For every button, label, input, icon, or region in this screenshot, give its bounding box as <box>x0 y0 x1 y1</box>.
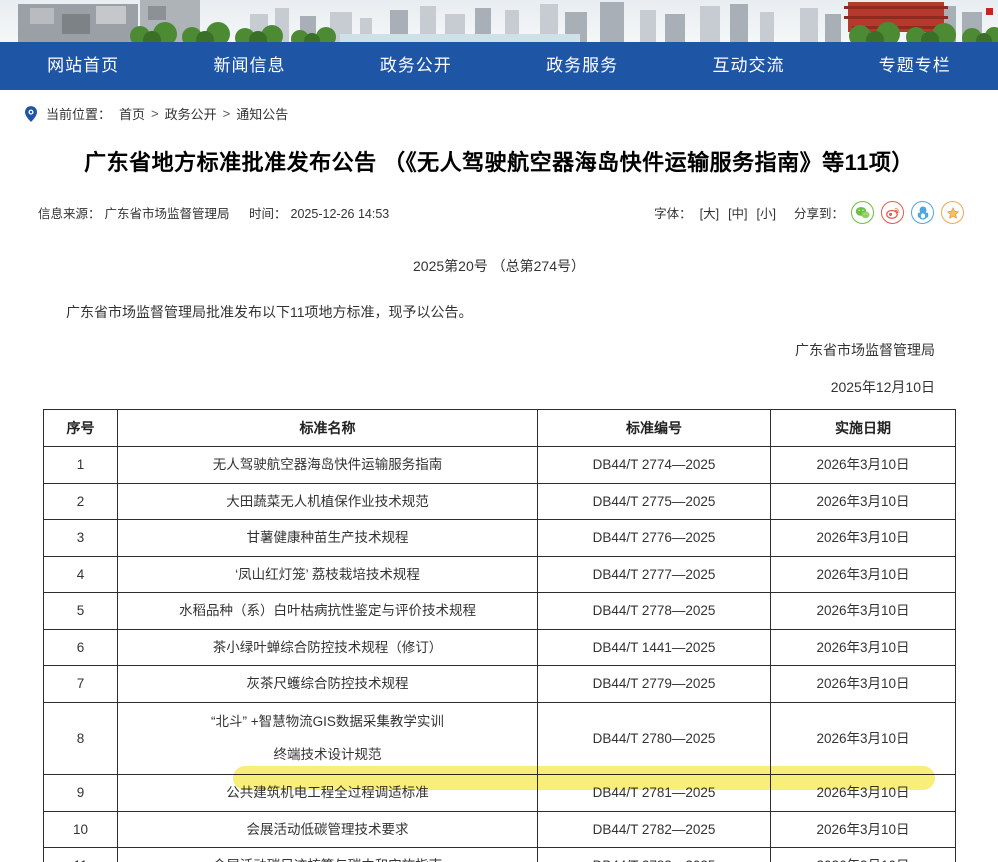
cell-序号: 6 <box>44 629 118 666</box>
cell-标准名称: ‘凤山红灯笼’ 荔枝栽培技术规程 <box>118 556 538 593</box>
main-nav: 网站首页 新闻信息 政务公开 政务服务 互动交流 专题专栏 <box>0 42 998 90</box>
breadcrumb: 当前位置： 首页 > 政务公开 > 通知公告 <box>0 90 998 123</box>
table-row: 6茶小绿叶蝉综合防控技术规程（修订）DB44/T 1441—20252026年3… <box>44 629 956 666</box>
cell-实施日期: 2026年3月10日 <box>771 593 956 630</box>
cell-实施日期: 2026年3月10日 <box>771 483 956 520</box>
header-code: 标准编号 <box>538 410 771 447</box>
header-name: 标准名称 <box>118 410 538 447</box>
cell-标准名称: 灰茶尺蠖综合防控技术规程 <box>118 666 538 703</box>
table-row: 8“北斗” +智慧物流GIS数据采集教学实训 终端技术设计规范DB44/T 27… <box>44 702 956 775</box>
signature-organization: 广东省市场监督管理局 <box>0 340 935 360</box>
table-row: 7灰茶尺蠖综合防控技术规程DB44/T 2779—20252026年3月10日 <box>44 666 956 703</box>
cell-标准编号: DB44/T 2774—2025 <box>538 447 771 484</box>
header-date: 实施日期 <box>771 410 956 447</box>
cell-标准名称: 茶小绿叶蝉综合防控技术规程（修订） <box>118 629 538 666</box>
cell-标准编号: DB44/T 2777—2025 <box>538 556 771 593</box>
share-label: 分享到： <box>794 203 844 222</box>
cell-实施日期: 2026年3月10日 <box>771 629 956 666</box>
location-pin-icon <box>22 105 40 123</box>
page-title: 广东省地方标准批准发布公告 （《无人驾驶航空器海岛快件运输服务指南》等11项） <box>0 145 998 177</box>
standards-table-wrap: 序号 标准名称 标准编号 实施日期 1无人驾驶航空器海岛快件运输服务指南DB44… <box>43 409 955 862</box>
article-meta: 信息来源： 广东省市场监督管理局 时间： 2025-12-26 14:53 字体： … <box>0 201 998 224</box>
breadcrumb-separator: > <box>151 106 159 121</box>
table-row: 5水稻品种（系）白叶枯病抗性鉴定与评价技术规程DB44/T 2778—20252… <box>44 593 956 630</box>
cell-标准名称: 无人驾驶航空器海岛快件运输服务指南 <box>118 447 538 484</box>
table-row: 3甘薯健康种苗生产技术规程DB44/T 2776—20252026年3月10日 <box>44 520 956 557</box>
breadcrumb-gov-open[interactable]: 政务公开 <box>165 104 217 123</box>
cell-标准编号: DB44/T 2776—2025 <box>538 520 771 557</box>
cell-标准编号: DB44/T 2778—2025 <box>538 593 771 630</box>
cell-序号: 7 <box>44 666 118 703</box>
breadcrumb-separator: > <box>223 106 231 121</box>
cell-序号: 4 <box>44 556 118 593</box>
table-row: 9公共建筑机电工程全过程调适标准DB44/T 2781—20252026年3月1… <box>44 775 956 812</box>
cell-序号: 5 <box>44 593 118 630</box>
nav-item-interact[interactable]: 互动交流 <box>694 42 802 90</box>
cell-序号: 9 <box>44 775 118 812</box>
signature-date: 2025年12月10日 <box>0 377 935 397</box>
cell-标准编号: DB44/T 2780—2025 <box>538 702 771 775</box>
cell-标准名称: 大田蔬菜无人机植保作业技术规范 <box>118 483 538 520</box>
cell-标准名称: 甘薯健康种苗生产技术规程 <box>118 520 538 557</box>
weibo-share-icon[interactable] <box>881 201 904 224</box>
cell-标准编号: DB44/T 2782—2025 <box>538 811 771 848</box>
document-number: 2025第20号 （总第274号） <box>0 256 998 276</box>
cell-序号: 8 <box>44 702 118 775</box>
nav-item-topics[interactable]: 专题专栏 <box>861 42 969 90</box>
announcement-paragraph: 广东省市场监督管理局批准发布以下11项地方标准，现予以公告。 <box>43 302 955 322</box>
nav-item-news[interactable]: 新闻信息 <box>195 42 303 90</box>
cell-标准名称: 水稻品种（系）白叶枯病抗性鉴定与评价技术规程 <box>118 593 538 630</box>
table-row: 4‘凤山红灯笼’ 荔枝栽培技术规程DB44/T 2777—20252026年3月… <box>44 556 956 593</box>
font-size-medium-button[interactable]: [中] <box>728 203 747 222</box>
standards-table: 序号 标准名称 标准编号 实施日期 1无人驾驶航空器海岛快件运输服务指南DB44… <box>43 409 956 862</box>
cell-实施日期: 2026年3月10日 <box>771 556 956 593</box>
table-row: 1无人驾驶航空器海岛快件运输服务指南DB44/T 2774—20252026年3… <box>44 447 956 484</box>
nav-item-gov-open[interactable]: 政务公开 <box>362 42 470 90</box>
cell-标准编号: DB44/T 2781—2025 <box>538 775 771 812</box>
cell-标准名称: 会展活动低碳管理技术要求 <box>118 811 538 848</box>
cell-序号: 10 <box>44 811 118 848</box>
header-no: 序号 <box>44 410 118 447</box>
cell-序号: 2 <box>44 483 118 520</box>
cell-标准编号: DB44/T 2775—2025 <box>538 483 771 520</box>
cell-实施日期: 2026年3月10日 <box>771 520 956 557</box>
cell-实施日期: 2026年3月10日 <box>771 666 956 703</box>
cell-标准编号: DB44/T 2779—2025 <box>538 666 771 703</box>
cell-序号: 1 <box>44 447 118 484</box>
breadcrumb-notices[interactable]: 通知公告 <box>236 104 288 123</box>
cell-实施日期: 2026年3月10日 <box>771 447 956 484</box>
cell-实施日期: 2026年3月10日 <box>771 775 956 812</box>
source-label: 信息来源： <box>38 207 101 221</box>
time-value: 2025-12-26 14:53 <box>291 207 390 221</box>
qzone-share-icon[interactable] <box>941 201 964 224</box>
qq-share-icon[interactable] <box>911 201 934 224</box>
breadcrumb-label: 当前位置： <box>46 104 111 123</box>
font-size-large-button[interactable]: [大] <box>700 203 719 222</box>
table-header-row: 序号 标准名称 标准编号 实施日期 <box>44 410 956 447</box>
cell-标准名称: 会展活动碳足迹核算与碳中和实施指南 <box>118 848 538 862</box>
cell-实施日期: 2026年3月10日 <box>771 848 956 862</box>
nav-item-home[interactable]: 网站首页 <box>29 42 137 90</box>
wechat-share-icon[interactable] <box>851 201 874 224</box>
nav-item-gov-service[interactable]: 政务服务 <box>528 42 636 90</box>
cell-实施日期: 2026年3月10日 <box>771 702 956 775</box>
cell-序号: 11 <box>44 848 118 862</box>
cell-实施日期: 2026年3月10日 <box>771 811 956 848</box>
font-share-controls: 字体： [大] [中] [小] 分享到： <box>654 201 964 224</box>
table-row: 11会展活动碳足迹核算与碳中和实施指南DB44/T 2783—20252026年… <box>44 848 956 862</box>
source-value: 广东省市场监督管理局 <box>105 207 230 221</box>
cell-标准名称: “北斗” +智慧物流GIS数据采集教学实训 终端技术设计规范 <box>118 702 538 775</box>
cell-序号: 3 <box>44 520 118 557</box>
cell-标准名称: 公共建筑机电工程全过程调适标准 <box>118 775 538 812</box>
table-row: 10会展活动低碳管理技术要求DB44/T 2782—20252026年3月10日 <box>44 811 956 848</box>
cell-标准编号: DB44/T 2783—2025 <box>538 848 771 862</box>
time-label: 时间： <box>249 207 287 221</box>
font-size-small-button[interactable]: [小] <box>757 203 776 222</box>
table-row: 2大田蔬菜无人机植保作业技术规范DB44/T 2775—20252026年3月1… <box>44 483 956 520</box>
cell-标准编号: DB44/T 1441—2025 <box>538 629 771 666</box>
font-size-label: 字体： <box>654 203 692 222</box>
breadcrumb-home[interactable]: 首页 <box>119 104 145 123</box>
article-source-time: 信息来源： 广东省市场监督管理局 时间： 2025-12-26 14:53 <box>38 203 393 222</box>
header-banner-image <box>0 0 998 42</box>
